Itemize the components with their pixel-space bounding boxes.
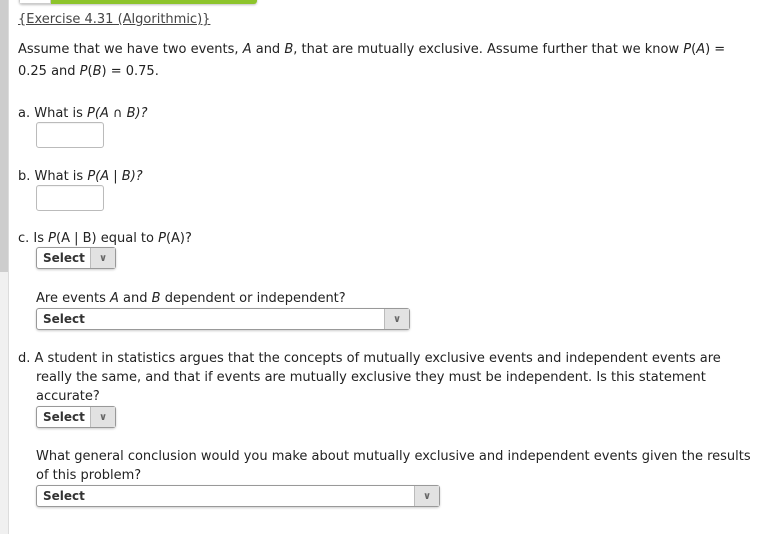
answer-c2-select-value: Select xyxy=(43,312,85,326)
chevron-down-icon[interactable]: ∨ xyxy=(90,407,115,427)
question-d2-label: What general conclusion would you make a… xyxy=(36,449,751,483)
answer-c2-select[interactable]: Select ∨ xyxy=(36,308,410,330)
progress-bar-fill xyxy=(51,0,257,4)
exercise-title-link[interactable]: {Exercise 4.31 (Algorithmic)} xyxy=(18,12,210,27)
chevron-down-icon[interactable]: ∨ xyxy=(384,309,409,329)
answer-b-input[interactable] xyxy=(36,185,104,211)
problem-statement: Assume that we have two events, A and B,… xyxy=(18,42,726,79)
question-b-label: b. What is P(A | B)? xyxy=(18,169,143,184)
chevron-down-icon[interactable]: ∨ xyxy=(414,486,439,506)
answer-d2-select-value: Select xyxy=(43,489,85,503)
question-c-label: c. Is P(A | B) equal to P(A)? xyxy=(18,231,192,246)
question-a-label: a. What is P(A ∩ B)? xyxy=(18,106,148,121)
question-d-label: d. A student in statistics argues that t… xyxy=(18,351,721,404)
answer-d2-select[interactable]: Select ∨ xyxy=(36,485,440,507)
chevron-down-icon[interactable]: ∨ xyxy=(90,248,115,268)
answer-c-select-value: Select xyxy=(43,251,85,265)
answer-a-input[interactable] xyxy=(36,122,104,148)
progress-bar xyxy=(19,0,257,4)
scrollbar-thumb[interactable] xyxy=(0,0,8,272)
vertical-scrollbar[interactable] xyxy=(0,0,9,534)
answer-d-select-value: Select xyxy=(43,410,85,424)
question-c2-label: Are events A and B dependent or independ… xyxy=(36,291,346,306)
answer-d-select[interactable]: Select ∨ xyxy=(36,406,116,428)
answer-c-select[interactable]: Select ∨ xyxy=(36,247,116,269)
progress-bar-empty xyxy=(19,0,51,4)
